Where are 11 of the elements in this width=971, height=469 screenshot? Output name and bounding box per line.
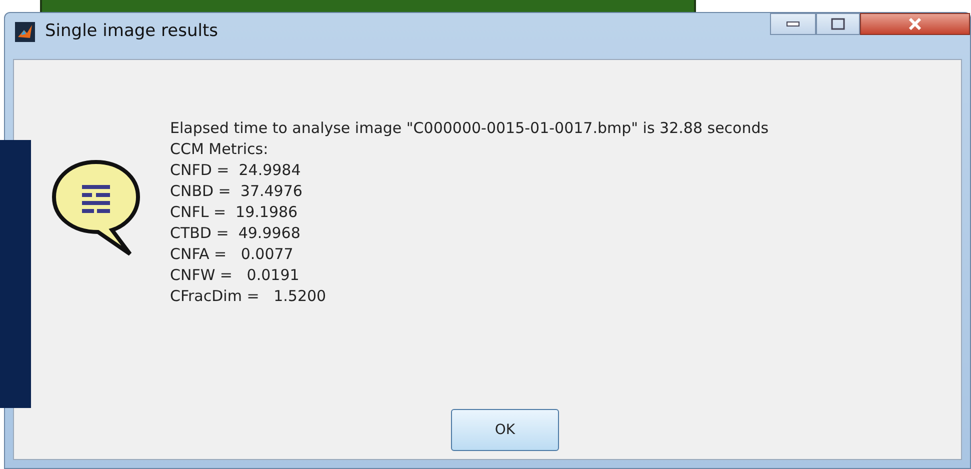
maximize-button[interactable]: [816, 13, 860, 35]
app-icon: [15, 22, 35, 42]
minimize-icon: [786, 21, 800, 27]
maximize-icon: [831, 18, 845, 30]
close-button[interactable]: [860, 13, 970, 35]
minimize-button[interactable]: [770, 13, 816, 35]
speech-bubble-icon: [50, 158, 142, 258]
window-title: Single image results: [45, 20, 218, 44]
close-icon: [908, 18, 922, 30]
ok-button[interactable]: OK: [451, 409, 559, 451]
result-message: Elapsed time to analyse image "C000000-0015-01-0017.bmp" is 32.88 seconds CCM Metrics: CNFD = 24.9984 CNBD = 37.4976 CNFL = 19.1986 CTBD = 49.9968 CNFA = 0.0077 CNFW = 0.0191 CFracDim = 1.5200: [170, 118, 769, 307]
